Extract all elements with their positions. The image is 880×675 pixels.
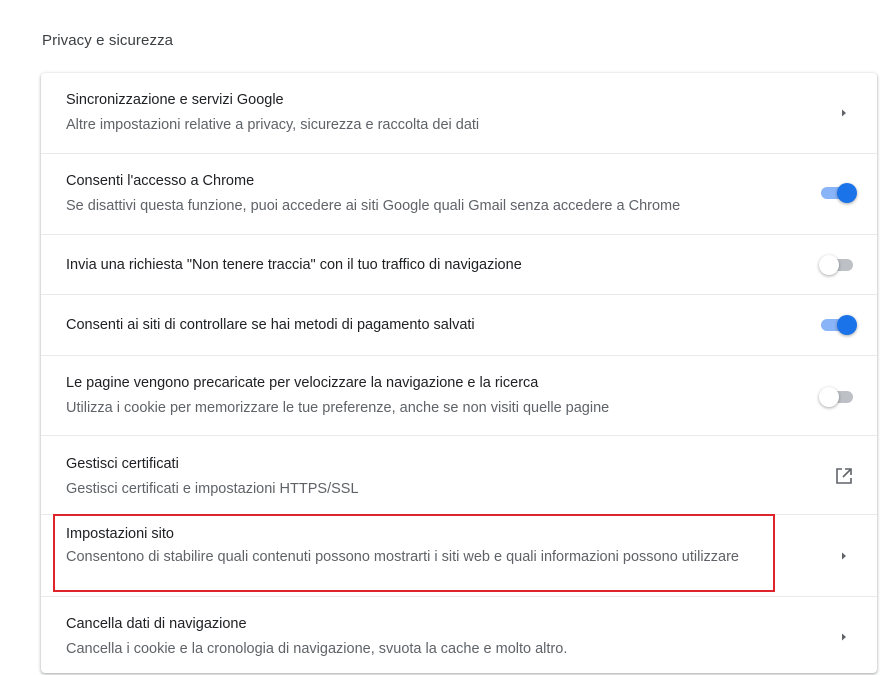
- row-title: Impostazioni sito: [66, 526, 174, 542]
- row-subtitle: Gestisci certificati e impostazioni HTTP…: [66, 481, 359, 497]
- row-subtitle: Consentono di stabilire quali contenuti …: [66, 549, 739, 565]
- section-title: Privacy e sicurezza: [42, 32, 174, 49]
- privacy-settings-card: Sincronizzazione e servizi Google Altre …: [41, 73, 877, 673]
- row-site-settings[interactable]: Impostazioni sito Consentono di stabilir…: [41, 514, 877, 596]
- toggle-knob: [819, 387, 839, 407]
- row-preload-pages[interactable]: Le pagine vengono precaricate per veloci…: [41, 355, 877, 435]
- row-do-not-track[interactable]: Invia una richiesta "Non tenere traccia"…: [41, 234, 877, 294]
- row-sync-google-services[interactable]: Sincronizzazione e servizi Google Altre …: [41, 73, 877, 153]
- row-subtitle: Altre impostazioni relative a privacy, s…: [66, 117, 480, 133]
- toggle-switch-off[interactable]: [819, 254, 857, 276]
- row-title: Sincronizzazione e servizi Google: [66, 92, 284, 108]
- row-title: Consenti l'accesso a Chrome: [66, 173, 255, 189]
- toggle-switch-off[interactable]: [819, 386, 857, 408]
- external-link-icon[interactable]: [834, 466, 854, 486]
- row-subtitle: Utilizza i cookie per memorizzare le tue…: [66, 400, 610, 416]
- chevron-right-icon[interactable]: [839, 632, 849, 642]
- toggle-knob: [837, 183, 857, 203]
- row-manage-certificates[interactable]: Gestisci certificati Gestisci certificat…: [41, 435, 877, 514]
- row-subtitle: Cancella i cookie e la cronologia di nav…: [66, 641, 568, 657]
- row-allow-chrome-signin[interactable]: Consenti l'accesso a Chrome Se disattivi…: [41, 153, 877, 234]
- chevron-right-icon[interactable]: [839, 551, 849, 561]
- row-title: Consenti ai siti di controllare se hai m…: [66, 317, 475, 333]
- row-payment-methods[interactable]: Consenti ai siti di controllare se hai m…: [41, 294, 877, 355]
- row-title: Le pagine vengono precaricate per veloci…: [66, 375, 539, 391]
- row-title: Cancella dati di navigazione: [66, 616, 247, 632]
- toggle-knob: [837, 315, 857, 335]
- row-subtitle: Se disattivi questa funzione, puoi acced…: [66, 198, 681, 214]
- chevron-right-icon[interactable]: [839, 108, 849, 118]
- row-clear-browsing-data[interactable]: Cancella dati di navigazione Cancella i …: [41, 596, 877, 673]
- toggle-switch-on[interactable]: [819, 182, 857, 204]
- toggle-switch-on[interactable]: [819, 314, 857, 336]
- toggle-knob: [819, 255, 839, 275]
- row-title: Gestisci certificati: [66, 456, 179, 472]
- settings-page: Privacy e sicurezza Sincronizzazione e s…: [0, 0, 880, 675]
- row-title: Invia una richiesta "Non tenere traccia"…: [66, 257, 522, 273]
